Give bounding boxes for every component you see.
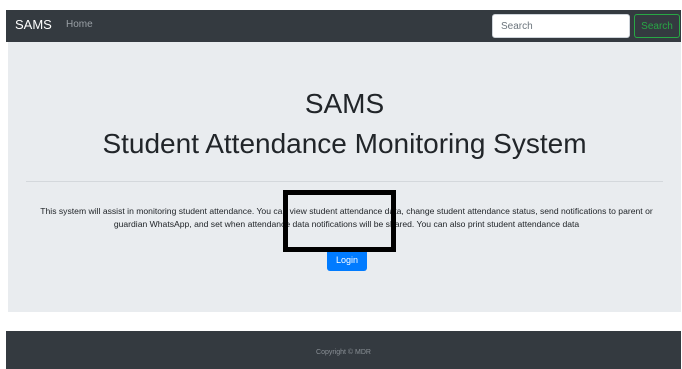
navbar-brand[interactable]: SAMS [15,17,52,33]
nav-link-home[interactable]: Home [66,19,93,31]
hero-jumbotron: SAMS Student Attendance Monitoring Syste… [8,42,681,312]
search-button[interactable]: Search [634,14,680,38]
top-navbar: SAMS Home Search [6,10,681,42]
hero-description: This system will assist in monitoring st… [40,205,653,229]
page-frame: SAMS Home Search SAMS Student Attendance… [0,0,682,369]
hero-title-abbrev: SAMS [304,88,385,119]
search-input[interactable] [492,14,630,38]
hero-title-full: Student Attendance Monitoring System [102,128,587,159]
footer-copyright: Copyright © MDR [316,349,371,356]
page-footer: Copyright © MDR [6,331,681,369]
login-button[interactable]: Login [327,249,367,271]
hero-divider [26,181,663,182]
